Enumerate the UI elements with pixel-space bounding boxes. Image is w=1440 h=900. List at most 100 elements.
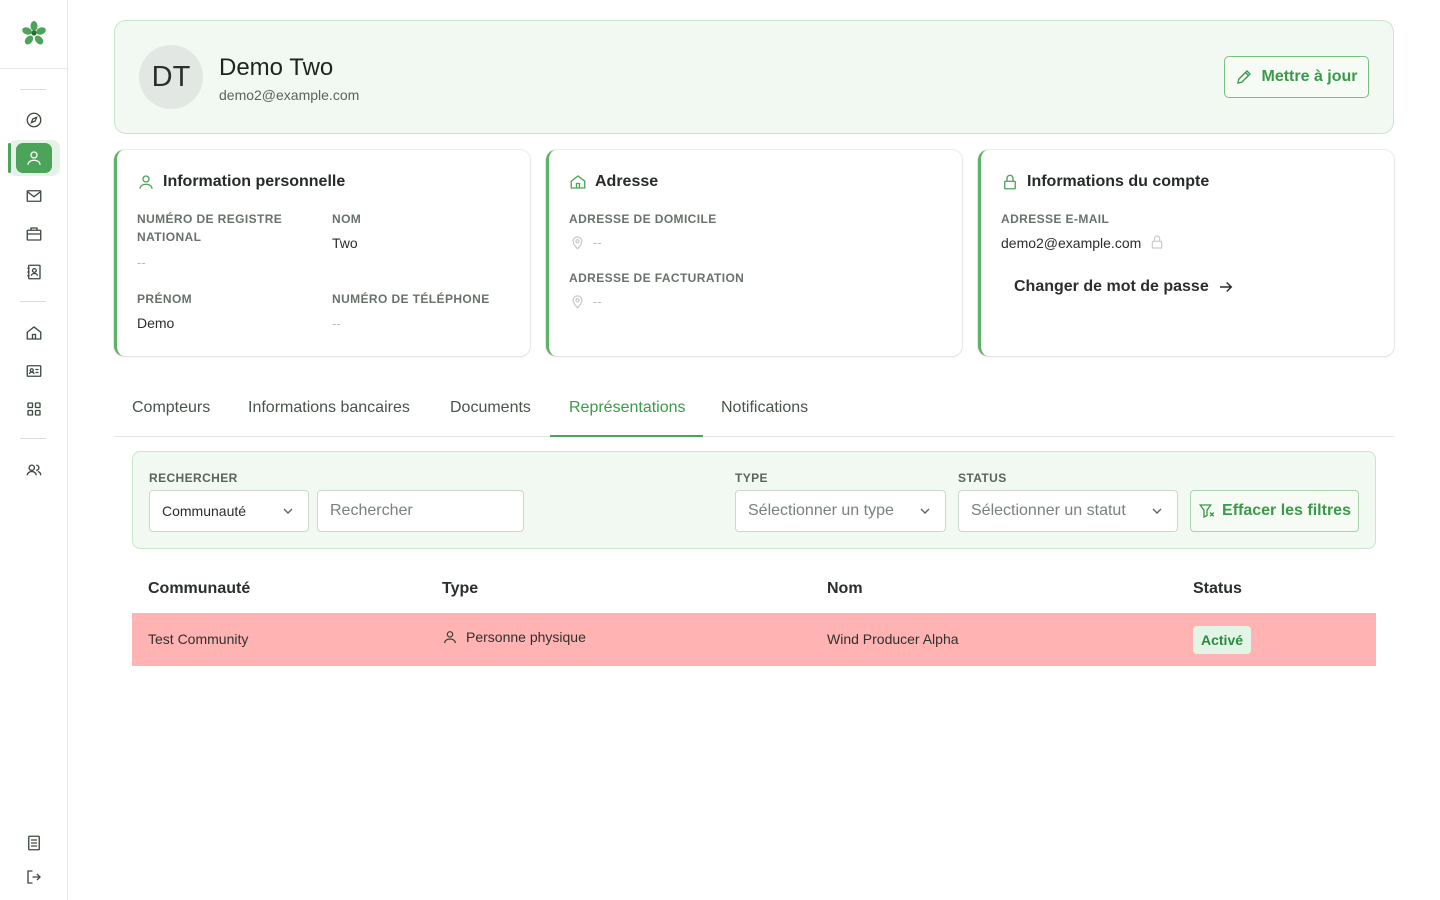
document-icon (28, 835, 40, 851)
contact-book-icon (27, 264, 41, 280)
sidebar-item-apps[interactable] (22, 397, 46, 421)
billing-address-value: -- (593, 294, 602, 309)
cell-community: Test Community (148, 631, 249, 647)
update-profile-button[interactable]: Mettre à jour (1224, 56, 1369, 98)
column-header-community[interactable]: Communauté (148, 580, 250, 598)
status-badge: Activé (1193, 626, 1252, 654)
change-password-link[interactable]: Changer de mot de passe (1014, 278, 1235, 296)
app-logo-icon[interactable] (20, 19, 48, 47)
sidebar-divider (20, 301, 46, 302)
lock-icon (1004, 174, 1016, 190)
id-card-icon (26, 365, 42, 377)
search-input[interactable]: Rechercher (317, 490, 524, 532)
search-placeholder: Rechercher (330, 502, 413, 519)
status-placeholder: Sélectionner un statut (971, 502, 1126, 519)
tab-representations[interactable]: Représentations (569, 388, 686, 437)
last-name-label: Nom (332, 212, 362, 226)
home-icon (26, 326, 42, 340)
account-email-label: Adresse e-mail (1001, 212, 1110, 226)
tab-documents[interactable]: Documents (450, 388, 531, 437)
home-address-label: Adresse de domicile (569, 212, 717, 226)
map-pin-icon (572, 295, 583, 309)
billing-address-label: Adresse de facturation (569, 271, 745, 285)
account-info-title: Informations du compte (1001, 173, 1209, 191)
search-scope-value: Communauté (162, 503, 247, 519)
profile-name: Demo Two (219, 54, 334, 81)
change-password-label: Changer de mot de passe (1014, 278, 1209, 295)
table-header: Communauté Type Nom Status (132, 566, 1376, 613)
column-header-status[interactable]: Status (1193, 580, 1242, 598)
address-card: Adresse Adresse de domicile -- Adresse d… (546, 150, 962, 356)
grid-icon (27, 402, 41, 416)
lock-icon (1151, 235, 1163, 249)
map-pin-icon (572, 236, 583, 250)
type-select[interactable]: Sélectionner un type (735, 490, 946, 532)
sidebar-item-users[interactable] (22, 458, 46, 482)
sidebar-divider (20, 438, 46, 439)
personal-info-card: Information personnelle Numéro de regist… (114, 150, 530, 356)
search-label: RECHERCHER (149, 471, 238, 485)
profile-header-card: DT Demo Two demo2@example.com Mettre à j… (114, 20, 1394, 134)
user-icon (27, 151, 41, 165)
clear-filters-button[interactable]: Effacer les filtres (1190, 490, 1359, 532)
person-icon (444, 631, 456, 644)
status-select[interactable]: Sélectionner un statut (958, 490, 1178, 532)
sidebar (0, 0, 68, 900)
sidebar-item-id-card[interactable] (22, 359, 46, 383)
sidebar-item-contacts[interactable] (22, 260, 46, 284)
sidebar-divider (20, 89, 46, 90)
status-filter-label: STATUS (958, 471, 1007, 485)
profile-email: demo2@example.com (219, 87, 360, 103)
tab-bank-info[interactable]: Informations bancaires (248, 388, 410, 437)
last-name-value: Two (332, 235, 358, 251)
sidebar-item-messages[interactable] (22, 184, 46, 208)
avatar: DT (139, 45, 203, 109)
filter-clear-icon (1198, 504, 1215, 519)
sidebar-top-divider (0, 68, 68, 69)
address-title: Adresse (569, 173, 658, 191)
column-header-name[interactable]: Nom (827, 580, 863, 598)
phone-value: -- (332, 316, 341, 331)
registry-number-label: Numéro de registre national (137, 212, 283, 244)
search-scope-select[interactable]: Communauté (149, 490, 309, 532)
filter-panel: RECHERCHER Communauté Rechercher TYPE Sé… (132, 451, 1376, 549)
first-name-label: Prénom (137, 292, 193, 306)
account-info-title-text: Informations du compte (1027, 173, 1210, 190)
account-email-value: demo2@example.com (1001, 235, 1142, 251)
sidebar-item-home[interactable] (22, 321, 46, 345)
logout-icon (27, 870, 41, 884)
registry-number-value: -- (137, 255, 146, 270)
sidebar-item-logout[interactable] (22, 865, 46, 889)
sidebar-item-profile[interactable] (16, 143, 52, 173)
briefcase-icon (26, 227, 42, 241)
update-profile-label: Mettre à jour (1261, 68, 1358, 85)
personal-info-title: Information personnelle (137, 173, 345, 191)
table-row[interactable]: Test Community Personne physique Wind Pr… (132, 613, 1376, 666)
column-header-type[interactable]: Type (442, 580, 478, 598)
chevron-down-icon (920, 508, 930, 514)
sidebar-item-documentation[interactable] (22, 831, 46, 855)
chevron-down-icon (1152, 508, 1162, 514)
arrow-right-icon (1219, 281, 1233, 293)
compass-icon (26, 112, 42, 128)
sidebar-item-briefcase[interactable] (22, 222, 46, 246)
profile-tabs: Compteurs Informations bancaires Documen… (114, 388, 1394, 437)
account-info-card: Informations du compte Adresse e-mail de… (978, 150, 1394, 356)
address-title-text: Adresse (595, 173, 659, 190)
first-name-value: Demo (137, 315, 175, 331)
chevron-down-icon (283, 508, 293, 514)
personal-info-title-text: Information personnelle (163, 173, 346, 190)
active-tab-indicator (550, 435, 703, 437)
user-icon (139, 175, 153, 189)
tab-meters[interactable]: Compteurs (132, 388, 210, 437)
type-filter-label: TYPE (735, 471, 768, 485)
sidebar-item-explore[interactable] (22, 108, 46, 132)
cell-type-label: Personne physique (466, 629, 586, 645)
tab-notifications[interactable]: Notifications (721, 388, 808, 437)
cell-name: Wind Producer Alpha (827, 631, 959, 647)
cell-type: Personne physique (442, 629, 586, 645)
users-icon (26, 464, 42, 476)
clear-filters-label: Effacer les filtres (1222, 502, 1351, 519)
phone-label: Numéro de téléphone (332, 292, 490, 306)
mail-icon (26, 190, 42, 202)
